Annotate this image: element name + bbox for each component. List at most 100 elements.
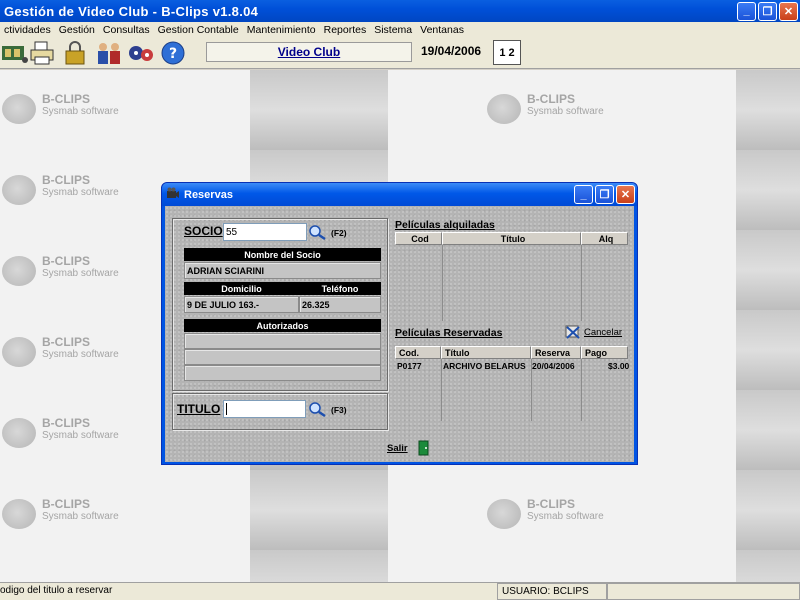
search-icon[interactable]	[308, 401, 328, 417]
logo-sub: Sysmab software	[527, 511, 604, 522]
door-exit-icon	[418, 440, 429, 456]
people-icon[interactable]	[94, 39, 124, 67]
cancel-button[interactable]: Cancelar	[565, 325, 622, 339]
background-logo: B-CLIPS Sysmab software	[2, 331, 132, 371]
logo-sub: Sysmab software	[527, 106, 604, 117]
titulo-shortcut: (F3)	[331, 405, 347, 415]
menu-gestion-contable[interactable]: Gestion Contable	[154, 24, 243, 36]
menu-mantenimiento[interactable]: Mantenimiento	[243, 24, 320, 36]
row-titulo: ARCHIVO BELARUS	[443, 361, 526, 371]
dialog-title-bar: Reservas _ ❐ ✕	[162, 183, 637, 206]
nombre-socio-value: ADRIAN SCIARINI	[184, 262, 381, 279]
titulo-label: TITULO	[177, 402, 221, 416]
logo-name: B-CLIPS	[42, 416, 90, 430]
logo-name: B-CLIPS	[527, 497, 575, 511]
status-bar: odigo del titulo a reservar USUARIO: BCL…	[0, 582, 800, 600]
menu-consultas[interactable]: Consultas	[99, 24, 154, 36]
help-icon[interactable]: ?	[158, 39, 188, 67]
menu-gestion[interactable]: Gestión	[55, 24, 99, 36]
column-divider	[442, 245, 443, 321]
logo-name: B-CLIPS	[42, 497, 90, 511]
reservadas-col-reserva: Reserva	[531, 346, 581, 359]
alquiladas-label: Películas alquiladas	[395, 219, 495, 231]
titulo-input[interactable]	[223, 400, 306, 418]
dialog-maximize-button[interactable]: ❐	[595, 185, 614, 204]
autorizados-header: Autorizados	[184, 319, 381, 332]
minimize-button[interactable]: _	[737, 1, 756, 21]
films-icon[interactable]	[0, 39, 30, 67]
row-cod: P0177	[397, 361, 422, 371]
menu-bar: ctividades Gestión Consultas Gestion Con…	[0, 22, 800, 37]
video-club-label: Video Club	[206, 42, 412, 62]
cancel-label: Cancelar	[584, 326, 623, 338]
printer-icon[interactable]	[27, 39, 57, 67]
close-button[interactable]: ✕	[779, 1, 798, 21]
domicilio-header: Domicilio	[184, 282, 299, 295]
dialog-close-button[interactable]: ✕	[616, 185, 635, 204]
autorizado-row	[184, 365, 381, 381]
app-title-bar: Gestión de Video Club - B-Clips v1.8.04 …	[0, 0, 800, 22]
background-logo: B-CLIPS Sysmab software	[2, 169, 132, 209]
reservadas-col-cod: Cod.	[395, 346, 441, 359]
logo-name: B-CLIPS	[42, 173, 90, 187]
calendar-button[interactable]: 1 2	[493, 40, 521, 65]
lock-icon[interactable]	[60, 39, 90, 67]
domicilio-value: 9 DE JULIO 163.-	[184, 296, 299, 313]
background-logo: B-CLIPS Sysmab software	[487, 493, 617, 533]
background-logo: B-CLIPS Sysmab software	[2, 493, 132, 533]
logo-sub: Sysmab software	[42, 430, 119, 441]
logo-sub: Sysmab software	[42, 268, 119, 279]
status-user: USUARIO: BCLIPS	[497, 583, 607, 600]
alquiladas-col-alq: Alq	[581, 232, 628, 245]
reels-icon[interactable]	[126, 39, 156, 67]
logo-name: B-CLIPS	[527, 92, 575, 106]
menu-reportes[interactable]: Reportes	[320, 24, 371, 36]
nombre-socio-header: Nombre del Socio	[184, 248, 381, 261]
reservas-dialog: Reservas _ ❐ ✕ SOCIO 55 (F2) Nombre del …	[161, 182, 638, 465]
search-icon[interactable]	[308, 224, 328, 240]
exit-label: Salir	[387, 442, 408, 454]
app-title: Gestión de Video Club - B-Clips v1.8.04	[4, 3, 259, 19]
logo-sub: Sysmab software	[42, 187, 119, 198]
reservadas-col-titulo: Título	[441, 346, 531, 359]
menu-ventanas[interactable]: Ventanas	[416, 24, 468, 36]
logo-sub: Sysmab software	[42, 106, 119, 117]
exit-button[interactable]: Salir	[387, 440, 430, 456]
alquiladas-col-titulo: Título	[442, 232, 581, 245]
svg-text:?: ?	[169, 46, 177, 62]
telefono-value: 26.325	[299, 296, 381, 313]
column-divider	[581, 245, 582, 321]
cancel-icon	[565, 325, 580, 339]
row-pago: $3.00	[608, 361, 630, 371]
reservadas-col-pago: Pago	[581, 346, 628, 359]
background-logo: B-CLIPS Sysmab software	[487, 88, 617, 128]
row-reserva: 20/04/2006	[532, 361, 575, 371]
logo-name: B-CLIPS	[42, 335, 90, 349]
autorizado-row	[184, 349, 381, 365]
autorizado-row	[184, 333, 381, 349]
alquiladas-col-cod: Cod	[395, 232, 442, 245]
dialog-minimize-button[interactable]: _	[574, 185, 593, 204]
background-strip	[736, 70, 800, 582]
logo-name: B-CLIPS	[42, 92, 90, 106]
dialog-body: SOCIO 55 (F2) Nombre del Socio ADRIAN SC…	[165, 206, 634, 462]
reservadas-label: Películas Reservadas	[395, 327, 503, 339]
logo-sub: Sysmab software	[42, 511, 119, 522]
background-logo: B-CLIPS Sysmab software	[2, 250, 132, 290]
logo-sub: Sysmab software	[42, 349, 119, 360]
menu-actividades[interactable]: ctividades	[0, 24, 55, 36]
status-message: odigo del titulo a reservar	[0, 585, 113, 596]
toolbar: ? Video Club 19/04/2006 1 2	[0, 37, 800, 69]
column-divider	[581, 359, 582, 421]
film-camera-icon	[166, 187, 180, 202]
background-logo: B-CLIPS Sysmab software	[2, 412, 132, 452]
background-logo: B-CLIPS Sysmab software	[2, 88, 132, 128]
menu-sistema[interactable]: Sistema	[370, 24, 416, 36]
socio-shortcut: (F2)	[331, 228, 347, 238]
logo-name: B-CLIPS	[42, 254, 90, 268]
dialog-title: Reservas	[184, 188, 233, 201]
socio-input[interactable]: 55	[223, 223, 307, 241]
telefono-header: Teléfono	[299, 282, 381, 295]
maximize-button[interactable]: ❐	[758, 1, 777, 21]
current-date: 19/04/2006	[421, 44, 482, 58]
